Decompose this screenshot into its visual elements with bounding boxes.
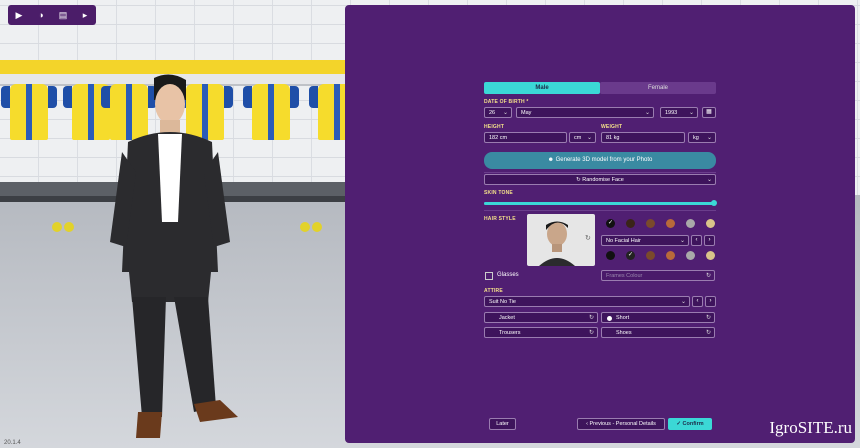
video-icon[interactable]: ▸ (77, 8, 93, 22)
later-button[interactable]: Later (489, 418, 516, 430)
hair-style-label: HAIR STYLE (484, 216, 516, 222)
generate-3d-button[interactable]: ☻ Generate 3D model from your Photo (484, 152, 716, 169)
color-swatch[interactable]: ✓ (606, 219, 615, 228)
confirm-button[interactable]: ✓ Confirm (668, 418, 712, 430)
color-swatch[interactable] (706, 219, 715, 228)
tab-female[interactable]: Female (600, 82, 716, 94)
ball (300, 222, 310, 232)
dob-month-select[interactable]: May ⌄ (516, 107, 654, 118)
glasses-checkbox[interactable] (485, 272, 493, 280)
color-swatch[interactable] (646, 219, 655, 228)
skin-tone-fill (484, 202, 714, 205)
outfit-next-icon[interactable]: › (705, 296, 716, 307)
colour-dot-icon (607, 316, 612, 321)
weight-unit-select[interactable]: kg ⌄ (688, 132, 716, 143)
watermark-logo: IgroSITE.ru (769, 418, 852, 437)
dob-year-select[interactable]: 1993 ⌄ (660, 107, 698, 118)
weight-field[interactable]: 81 kg (601, 132, 685, 143)
attire-label: ATTIRE (484, 288, 503, 294)
dob-label: DATE OF BIRTH * (484, 99, 529, 105)
contrast-icon[interactable]: ◑ (33, 8, 49, 22)
hair-style-preview[interactable]: ↻ (527, 214, 595, 266)
color-swatch[interactable] (686, 219, 695, 228)
version-label: 20.1.4 (4, 440, 21, 446)
color-swatch[interactable] (686, 251, 695, 260)
trousers-colour-select[interactable]: Trousers ↻ (484, 327, 598, 338)
facial-hair-prev-icon[interactable]: ‹ (691, 235, 702, 246)
jersey (1, 84, 57, 140)
facial-hair-next-icon[interactable]: › (704, 235, 715, 246)
color-swatch[interactable] (706, 251, 715, 260)
jersey (243, 84, 299, 140)
weight-label: WEIGHT (601, 124, 623, 130)
height-label: HEIGHT (484, 124, 505, 130)
divider (484, 210, 716, 211)
color-swatch[interactable]: ✓ (626, 251, 635, 260)
shoes-colour-select[interactable]: Shoes ↻ (601, 327, 715, 338)
color-swatch[interactable] (646, 251, 655, 260)
camera-icon[interactable]: ▶ (11, 8, 27, 22)
outfit-prev-icon[interactable]: ‹ (692, 296, 703, 307)
outfit-select[interactable]: Suit No Tie ⌄ (484, 296, 690, 307)
ball (64, 222, 74, 232)
frames-colour-select[interactable]: Frames Colour ↻ (601, 270, 715, 281)
facial-hair-select[interactable]: No Facial Hair ⌄ (601, 235, 689, 246)
view-toolbar: ▶ ◑ ▤ ▸ (8, 5, 96, 25)
divider (484, 172, 716, 173)
glasses-label: Glasses (497, 272, 519, 278)
previous-button[interactable]: ‹ Previous - Personal Details (577, 418, 665, 430)
ball (52, 222, 62, 232)
color-swatch[interactable] (666, 251, 675, 260)
calendar-icon[interactable]: ▦ (702, 107, 716, 118)
save-icon[interactable]: ▤ (55, 8, 71, 22)
shirt-colour-select[interactable]: Short ↻ (601, 312, 715, 323)
ball (312, 222, 322, 232)
face-scan-icon: ☻ (547, 157, 556, 163)
manager-avatar[interactable] (100, 72, 240, 442)
color-swatch[interactable] (626, 219, 635, 228)
skin-tone-slider[interactable] (484, 200, 717, 206)
color-swatch[interactable] (666, 219, 675, 228)
jacket-colour-select[interactable]: Jacket ↻ (484, 312, 598, 323)
skin-tone-handle[interactable] (710, 200, 717, 206)
height-unit-select[interactable]: cm ⌄ (569, 132, 596, 143)
skin-tone-label: SKIN TONE (484, 190, 513, 196)
head-portrait-icon: ↻ (539, 221, 591, 266)
tab-male[interactable]: Male (484, 82, 600, 94)
height-field[interactable]: 182 cm (484, 132, 567, 143)
dob-day-select[interactable]: 26 ⌄ (484, 107, 512, 118)
color-swatch[interactable] (606, 251, 615, 260)
svg-text:↻: ↻ (585, 235, 591, 242)
randomise-face-button[interactable]: ↻ Randomise Face ⌄ (484, 174, 716, 185)
customisation-panel (345, 5, 855, 443)
